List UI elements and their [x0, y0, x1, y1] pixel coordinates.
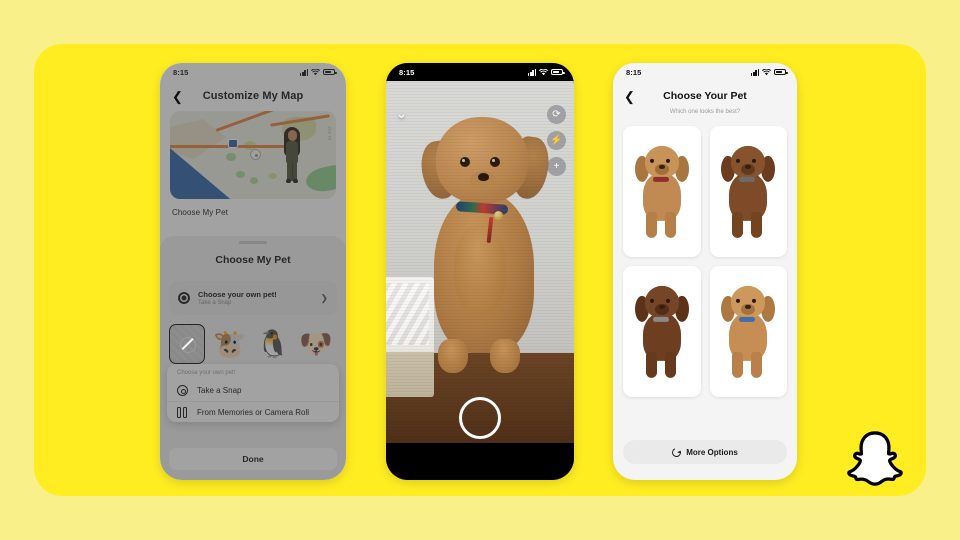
pet-result-card-2[interactable]	[709, 126, 787, 257]
signal-bars-icon	[300, 68, 308, 76]
pet-results-grid	[613, 115, 797, 397]
signal-bars-icon	[528, 68, 536, 76]
pet-option-no-pet[interactable]	[169, 324, 205, 364]
camera-icon	[177, 385, 188, 396]
page-title: Choose Your Pet	[663, 90, 747, 102]
camera-viewport[interactable]: ⌄ ⟳ ⚡ +	[386, 81, 574, 443]
battery-icon	[551, 68, 565, 76]
cow-icon: 🐮	[213, 329, 247, 359]
page-title: Customize My Map	[202, 90, 304, 102]
pet-option-penguin[interactable]: 🐧	[255, 324, 291, 364]
phone-camera: 8:15 ⌄ ⟳ ⚡ +	[386, 63, 574, 480]
choose-my-pet-sheet: Choose My Pet Choose your own pet! Take …	[160, 236, 346, 480]
signal-bars-icon	[751, 68, 759, 76]
chevron-left-icon[interactable]: ❮	[172, 90, 183, 103]
chevron-left-icon[interactable]: ❮	[624, 90, 635, 103]
status-bar: 8:15	[613, 63, 797, 81]
wifi-icon	[311, 68, 320, 75]
map-preview[interactable]: Zoo Dr	[170, 111, 336, 199]
camera-icon	[178, 292, 190, 304]
phone-customize-map: 8:15 ❮ Customize My Map Zoo Dr Choose My…	[160, 63, 346, 480]
refresh-icon	[670, 446, 683, 458]
pet-options-row: 🐮 🐧 🐶	[160, 315, 346, 364]
sheet-grabber[interactable]	[239, 241, 267, 244]
map-park	[226, 153, 236, 161]
add-icon[interactable]: +	[547, 157, 566, 176]
pet-option-dog[interactable]: 🐶	[298, 324, 334, 364]
poodle-illustration	[719, 285, 777, 381]
own-pet-title: Choose your own pet!	[198, 290, 277, 299]
choose-my-pet-row[interactable]: Choose My Pet	[172, 208, 334, 217]
map-header: ❮ Customize My Map	[160, 81, 346, 111]
flip-camera-icon[interactable]: ⟳	[547, 105, 566, 124]
chevron-right-icon: ❯	[320, 292, 328, 303]
choose-pet-header: ❮ Choose Your Pet	[613, 81, 797, 111]
pet-result-card-1[interactable]	[623, 126, 701, 257]
flash-glyph: ⚡	[550, 135, 563, 146]
memories-icon	[177, 406, 188, 418]
status-bar: 8:15	[160, 63, 346, 81]
popover-item-from-memories[interactable]: From Memories or Camera Roll	[167, 401, 339, 422]
map-poi-icon[interactable]	[250, 149, 261, 160]
flip-camera-glyph: ⟳	[552, 109, 561, 120]
own-pet-subtitle: Take a Snap	[198, 300, 232, 306]
popover-item-take-a-snap[interactable]: Take a Snap	[167, 380, 339, 401]
choose-your-own-pet-row[interactable]: Choose your own pet! Take a Snap ❯	[169, 281, 337, 315]
status-time: 8:15	[399, 67, 415, 77]
popover-header: Choose your own pet!	[177, 370, 236, 376]
wifi-icon	[762, 68, 771, 75]
shutter-button[interactable]	[459, 397, 501, 439]
popover-item-label: From Memories or Camera Roll	[197, 407, 310, 417]
chevron-down-icon[interactable]: ⌄	[396, 107, 407, 120]
battery-icon	[323, 68, 337, 76]
status-time: 8:15	[626, 67, 642, 77]
status-time: 8:15	[173, 67, 189, 77]
add-glyph: +	[553, 161, 560, 172]
poodle-illustration	[719, 145, 777, 241]
pet-result-card-4[interactable]	[709, 266, 787, 397]
more-options-label: More Options	[686, 447, 738, 457]
flash-icon[interactable]: ⚡	[547, 131, 566, 150]
pet-option-cow[interactable]: 🐮	[212, 324, 248, 364]
done-button[interactable]: Done	[169, 448, 337, 470]
camera-bottom-bar	[386, 443, 574, 480]
map-park	[250, 177, 258, 184]
pet-result-card-3[interactable]	[623, 266, 701, 397]
poodle-illustration	[633, 285, 691, 381]
camera-controls: ⟳ ⚡ +	[547, 105, 566, 176]
own-pet-popover-menu: Choose your own pet! Take a Snap From Me…	[167, 364, 339, 422]
popover-item-label: Take a Snap	[197, 386, 242, 395]
map-street-label: Zoo Dr	[328, 126, 333, 141]
more-options-button[interactable]: More Options	[623, 440, 787, 464]
penguin-icon: 🐧	[256, 329, 290, 359]
poodle-illustration	[633, 145, 691, 241]
map-park	[268, 173, 277, 179]
bitmoji-avatar	[282, 127, 302, 185]
status-bar: 8:15	[386, 63, 574, 81]
snapchat-ghost-logo	[847, 431, 903, 486]
battery-icon	[774, 68, 788, 76]
map-park	[236, 171, 245, 178]
highway-shield-icon	[228, 139, 238, 148]
dog-icon: 🐶	[299, 329, 333, 359]
sheet-title: Choose My Pet	[215, 254, 291, 266]
phone-choose-pet: 8:15 ❮ Choose Your Pet Which one looks t…	[613, 63, 797, 480]
photo-grain	[386, 81, 574, 443]
wifi-icon	[539, 68, 548, 75]
